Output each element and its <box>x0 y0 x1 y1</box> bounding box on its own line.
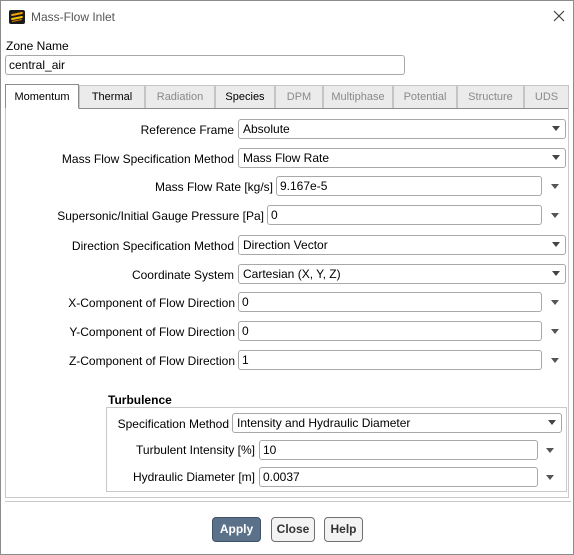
reference-frame-value: Absolute <box>243 122 290 136</box>
zone-name-input[interactable]: central_air <box>5 55 405 75</box>
footer-separator <box>5 501 571 502</box>
expression-menu-icon[interactable] <box>551 213 559 218</box>
mass-flow-rate-label: Mass Flow Rate [kg/s] <box>154 180 273 194</box>
chevron-down-icon <box>552 126 560 131</box>
tab-momentum[interactable]: Momentum <box>5 84 79 109</box>
y-component-input[interactable]: 0 <box>238 321 542 341</box>
mass-flow-spec-dropdown[interactable]: Mass Flow Rate <box>238 148 566 168</box>
expression-menu-icon[interactable] <box>551 329 559 334</box>
mass-flow-spec-label: Mass Flow Specification Method <box>61 152 234 166</box>
direction-spec-dropdown[interactable]: Direction Vector <box>238 235 566 255</box>
turbulence-spec-method-dropdown[interactable]: Intensity and Hydraulic Diameter <box>232 413 562 433</box>
chevron-down-icon <box>552 155 560 160</box>
z-component-label: Z-Component of Flow Direction <box>68 354 235 368</box>
ansys-fluent-logo-icon <box>9 10 25 24</box>
chevron-down-icon <box>552 242 560 247</box>
expression-menu-icon[interactable] <box>546 448 554 453</box>
reference-frame-dropdown[interactable]: Absolute <box>238 119 566 139</box>
window-title: Mass-Flow Inlet <box>31 10 116 24</box>
x-component-input[interactable]: 0 <box>238 292 542 312</box>
hydraulic-diameter-label: Hydraulic Diameter [m] <box>132 470 255 484</box>
coordinate-system-label: Coordinate System <box>131 268 234 282</box>
x-component-label: X-Component of Flow Direction <box>68 296 235 310</box>
help-button[interactable]: Help <box>324 517 363 542</box>
tab-structure[interactable]: Structure <box>457 85 524 109</box>
direction-spec-label: Direction Specification Method <box>71 239 234 253</box>
expression-menu-icon[interactable] <box>551 358 559 363</box>
chevron-down-icon <box>548 420 556 425</box>
mass-flow-rate-input[interactable]: 9.167e-5 <box>276 176 542 196</box>
tab-radiation[interactable]: Radiation <box>145 85 215 109</box>
reference-frame-label: Reference Frame <box>140 123 234 137</box>
gauge-pressure-input[interactable]: 0 <box>267 205 542 225</box>
apply-button[interactable]: Apply <box>212 517 261 542</box>
tab-uds[interactable]: UDS <box>524 85 569 109</box>
expression-menu-icon[interactable] <box>551 184 559 189</box>
tab-multiphase[interactable]: Multiphase <box>323 85 393 109</box>
hydraulic-diameter-input[interactable]: 0.0037 <box>259 467 538 487</box>
tab-dpm[interactable]: DPM <box>275 85 323 109</box>
turbulence-spec-method-value: Intensity and Hydraulic Diameter <box>237 416 411 430</box>
coordinate-system-dropdown[interactable]: Cartesian (X, Y, Z) <box>238 264 566 284</box>
mass-flow-inlet-dialog: Mass-Flow Inlet Zone Name central_air Mo… <box>0 0 574 555</box>
title-bar: Mass-Flow Inlet <box>1 1 573 33</box>
mass-flow-spec-value: Mass Flow Rate <box>243 151 330 165</box>
tab-thermal[interactable]: Thermal <box>79 85 145 109</box>
y-component-label: Y-Component of Flow Direction <box>69 325 235 339</box>
tab-potential[interactable]: Potential <box>393 85 457 109</box>
turbulent-intensity-input[interactable]: 10 <box>259 440 538 460</box>
turbulent-intensity-label: Turbulent Intensity [%] <box>136 443 255 457</box>
z-component-input[interactable]: 1 <box>238 350 542 370</box>
expression-menu-icon[interactable] <box>546 475 554 480</box>
expression-menu-icon[interactable] <box>551 300 559 305</box>
chevron-down-icon <box>552 271 560 276</box>
tab-species[interactable]: Species <box>215 85 275 109</box>
close-button[interactable]: Close <box>271 517 315 542</box>
close-icon[interactable] <box>551 8 567 24</box>
turbulence-spec-method-label: Specification Method <box>117 417 229 431</box>
direction-spec-value: Direction Vector <box>243 238 328 252</box>
gauge-pressure-label: Supersonic/Initial Gauge Pressure [Pa] <box>57 209 264 223</box>
turbulence-heading: Turbulence <box>107 393 173 407</box>
coordinate-system-value: Cartesian (X, Y, Z) <box>243 267 341 281</box>
zone-name-label: Zone Name <box>6 39 69 53</box>
